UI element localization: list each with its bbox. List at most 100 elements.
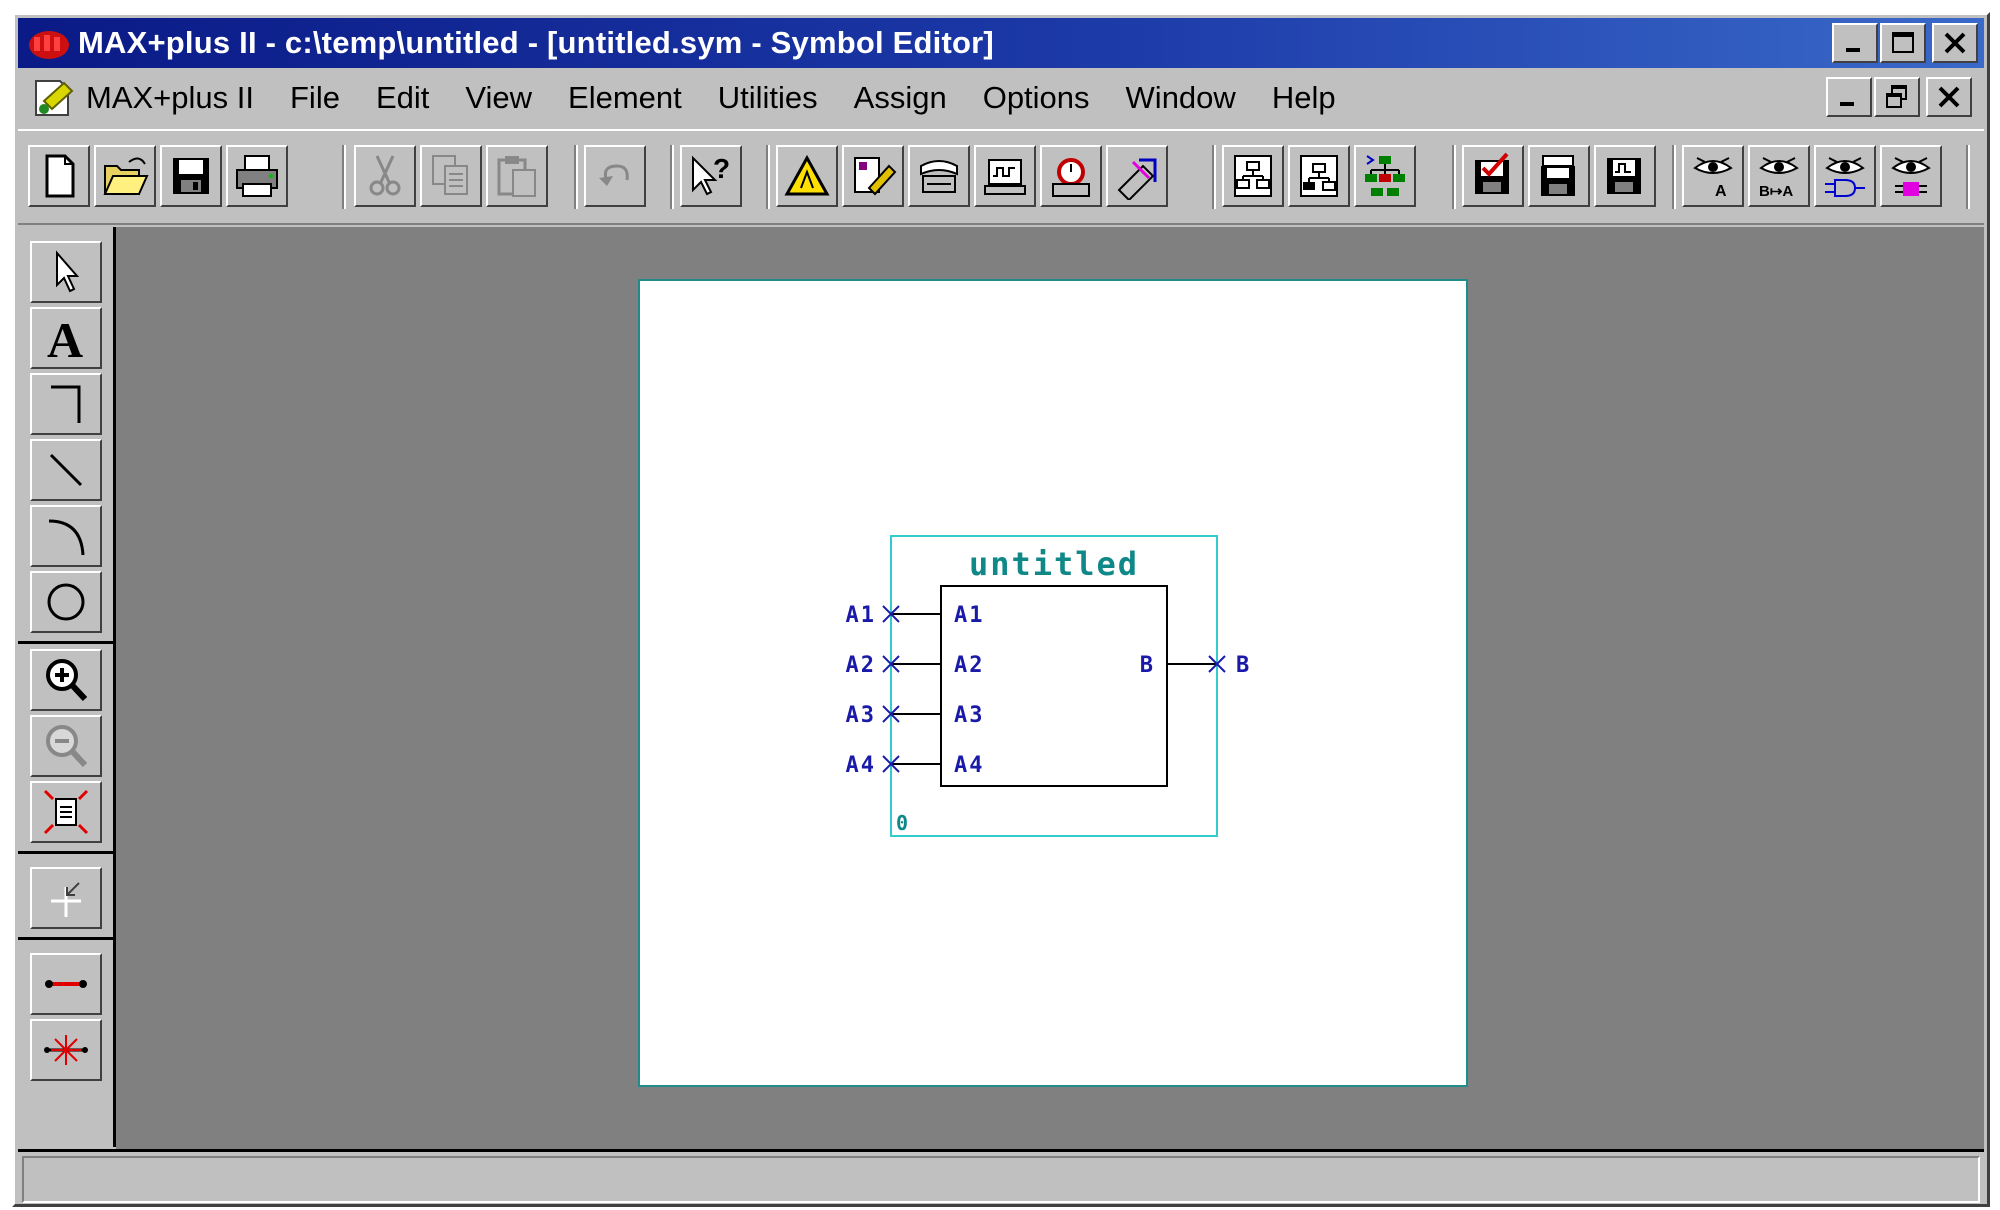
project-save-simulate-button[interactable] (1594, 145, 1656, 207)
doc-minimize-button[interactable] (1826, 77, 1872, 117)
diagonal-line-icon (49, 453, 83, 487)
close-icon (1938, 86, 1960, 108)
simulator-button[interactable] (974, 145, 1036, 207)
find-node-design-file-button[interactable]: A (1682, 145, 1744, 207)
menu-edit[interactable]: Edit (358, 80, 447, 116)
compiler-stack-icon (920, 160, 958, 193)
instance-number: 0 (896, 811, 908, 835)
output-pin[interactable]: B B (1140, 653, 1252, 678)
minimize-button[interactable] (1832, 23, 1878, 63)
palette-separator (18, 641, 116, 644)
symbol-sheet[interactable]: untitled A1 A1 A2 A2 A3 A3 A4 A4 B B 0 (638, 279, 1468, 1087)
copy-button[interactable] (420, 145, 482, 207)
menu-maxplus[interactable]: MAX+plus II (80, 80, 272, 116)
compiler-button[interactable] (908, 145, 970, 207)
menu-window[interactable]: Window (1108, 80, 1254, 116)
hierarchy-up-button[interactable] (1222, 145, 1284, 207)
toolbar-separator (342, 145, 346, 209)
save-compile-icon (1541, 155, 1575, 196)
pin-name-inner: A1 (954, 603, 985, 628)
orthogonal-line-icon (51, 385, 81, 423)
open-button[interactable] (94, 145, 156, 207)
floorplan-editor-button[interactable] (842, 145, 904, 207)
menu-utilities[interactable]: Utilities (700, 80, 836, 116)
hierarchy-down-button[interactable] (1288, 145, 1350, 207)
eye-find-cell-icon (1891, 157, 1931, 196)
document-control-icon[interactable] (30, 75, 80, 121)
menu-file[interactable]: File (272, 80, 358, 116)
context-help-button[interactable]: ? (680, 145, 742, 207)
menu-element[interactable]: Element (550, 80, 700, 116)
programmer-button[interactable] (1106, 145, 1168, 207)
circle-icon (47, 583, 85, 621)
pin-name-inner: A3 (954, 703, 985, 728)
timing-analyzer-button[interactable] (1040, 145, 1102, 207)
text-tool-button[interactable]: A (30, 307, 102, 369)
maximize-button[interactable] (1880, 23, 1926, 63)
pin-tool-button[interactable] (30, 867, 102, 929)
selection-tool-button[interactable] (30, 241, 102, 303)
stopwatch-icon (1052, 158, 1090, 197)
save-button[interactable] (160, 145, 222, 207)
maximize-icon (1892, 32, 1914, 53)
close-button[interactable] (1932, 23, 1978, 63)
maxplus-app-icon[interactable] (26, 23, 72, 63)
input-pin[interactable]: A3 A3 (846, 703, 985, 728)
new-file-icon (45, 154, 75, 198)
pin-name-outer: A1 (846, 603, 877, 628)
arc-tool-button[interactable] (30, 505, 102, 567)
new-button[interactable] (28, 145, 90, 207)
hierarchy-top-button[interactable] (1354, 145, 1416, 207)
orthogonal-line-tool-button[interactable] (30, 373, 102, 435)
print-button[interactable] (226, 145, 288, 207)
document-pencil-icon (854, 157, 897, 196)
programmer-icon (1117, 158, 1157, 200)
hierarchy-tree-icon (1365, 155, 1405, 196)
find-node-report-button[interactable] (1880, 145, 1942, 207)
input-pin[interactable]: A1 A1 (846, 603, 985, 628)
undo-arrow-icon (599, 164, 629, 186)
save-simulate-icon (1607, 158, 1641, 194)
text-tool-label: A (47, 313, 83, 363)
pin-name-inner: A4 (954, 753, 985, 778)
rubberbanding-button[interactable] (30, 953, 102, 1015)
cut-button[interactable] (354, 145, 416, 207)
eye-find-source-icon: B↦A (1759, 157, 1799, 200)
zoom-out-button[interactable] (30, 715, 102, 777)
project-save-check-button[interactable] (1462, 145, 1524, 207)
toolbar-file-group (22, 141, 294, 217)
undo-button[interactable] (584, 145, 646, 207)
find-node-floorplan-button[interactable] (1814, 145, 1876, 207)
editor-work-area[interactable]: untitled A1 A1 A2 A2 A3 A3 A4 A4 B B 0 (116, 227, 1984, 1149)
menu-bar: MAX+plus II File Edit View Element Utili… (18, 71, 1984, 125)
menu-help[interactable]: Help (1254, 80, 1354, 116)
input-pin[interactable]: A4 A4 (846, 753, 985, 778)
hierarchy-down-icon (1300, 155, 1338, 197)
diagonal-line-tool-button[interactable] (30, 439, 102, 501)
eye-find-gate-icon (1825, 157, 1865, 197)
connection-burst-icon (44, 1035, 88, 1065)
menu-assign[interactable]: Assign (836, 80, 965, 116)
paste-button[interactable] (486, 145, 548, 207)
palette-separator (18, 937, 116, 940)
doc-restore-button[interactable] (1874, 77, 1920, 117)
doc-close-button[interactable] (1926, 77, 1972, 117)
find-node-source-button[interactable]: B↦A (1748, 145, 1810, 207)
zoom-out-icon (46, 725, 88, 768)
toolbar-project-group (1456, 141, 1662, 217)
zoom-in-button[interactable] (30, 649, 102, 711)
project-save-compile-button[interactable] (1528, 145, 1590, 207)
pin-name-outer: A3 (846, 703, 877, 728)
title-bar[interactable]: MAX+plus II - c:\temp\untitled - [untitl… (18, 18, 1984, 68)
hierarchy-display-button[interactable] (776, 145, 838, 207)
rubberband-line-icon (45, 980, 87, 988)
menu-options[interactable]: Options (965, 80, 1108, 116)
menu-view[interactable]: View (447, 80, 550, 116)
toolbar-separator (1966, 145, 1970, 209)
fit-in-window-button[interactable] (30, 781, 102, 843)
toolbar-undo-group (578, 141, 652, 217)
connection-dots-button[interactable] (30, 1019, 102, 1081)
save-check-icon (1475, 152, 1509, 194)
circle-tool-button[interactable] (30, 571, 102, 633)
input-pin[interactable]: A2 A2 (846, 653, 985, 678)
